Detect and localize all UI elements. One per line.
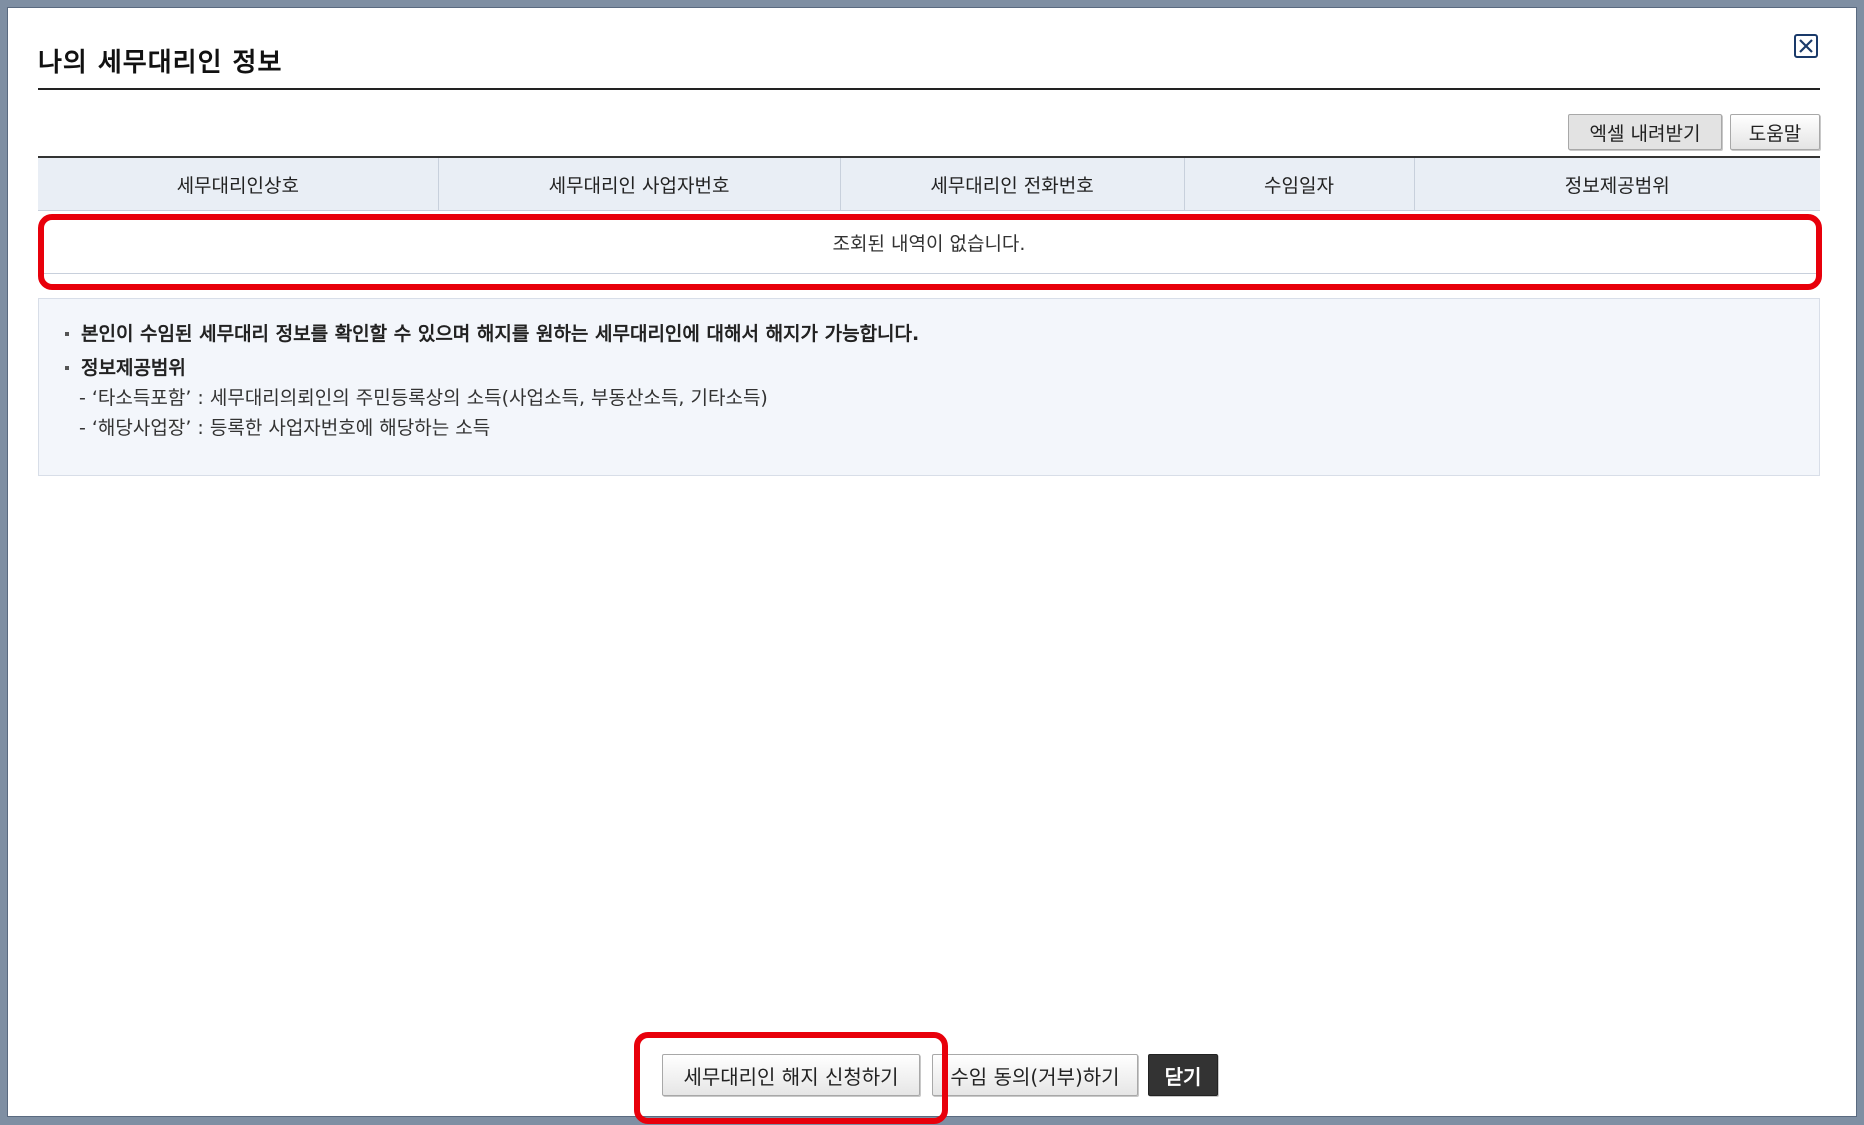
close-icon xyxy=(1799,39,1813,53)
column-header[interactable]: 세무대리인 전화번호 xyxy=(840,156,1185,211)
column-header[interactable]: 세무대리인 사업자번호 xyxy=(438,156,841,211)
title-divider xyxy=(38,88,1820,90)
help-button[interactable]: 도움말 xyxy=(1730,114,1820,150)
page-title: 나의 세무대리인 정보 xyxy=(38,48,283,78)
info-sub-item: - ‘타소득포함’ : 세무대리의뢰인의 주민등록상의 소득(사업소득, 부동산… xyxy=(79,387,768,409)
info-bullet: 본인이 수임된 세무대리 정보를 확인할 수 있으며 해지를 원하는 세무대리인… xyxy=(65,321,1819,347)
info-box: 본인이 수임된 세무대리 정보를 확인할 수 있으며 해지를 원하는 세무대리인… xyxy=(38,298,1820,476)
column-header[interactable]: 세무대리인상호 xyxy=(38,156,439,211)
close-dialog-button[interactable]: 닫기 xyxy=(1148,1054,1218,1096)
excel-download-button[interactable]: 엑셀 내려받기 xyxy=(1568,114,1722,150)
info-sub-item: - ‘해당사업장’ : 등록한 사업자번호에 해당하는 소득 xyxy=(79,417,491,439)
column-header[interactable]: 정보제공범위 xyxy=(1414,156,1820,211)
consent-button[interactable]: 수임 동의(거부)하기 xyxy=(932,1054,1138,1096)
table-row: 조회된 내역이 없습니다. xyxy=(38,210,1820,274)
empty-message: 조회된 내역이 없습니다. xyxy=(38,210,1820,274)
agent-table: 세무대리인상호 세무대리인 사업자번호 세무대리인 전화번호 수임일자 정보제공… xyxy=(38,156,1820,274)
info-bullet: 정보제공범위 xyxy=(65,355,1819,381)
dialog-window: 나의 세무대리인 정보 엑셀 내려받기 도움말 세무대리인상호 세무대리인 사업… xyxy=(8,8,1856,1124)
column-header[interactable]: 수임일자 xyxy=(1184,156,1415,211)
table-header-row: 세무대리인상호 세무대리인 사업자번호 세무대리인 전화번호 수임일자 정보제공… xyxy=(38,156,1820,211)
close-button[interactable] xyxy=(1794,34,1818,58)
cancel-agent-button[interactable]: 세무대리인 해지 신청하기 xyxy=(662,1054,920,1096)
